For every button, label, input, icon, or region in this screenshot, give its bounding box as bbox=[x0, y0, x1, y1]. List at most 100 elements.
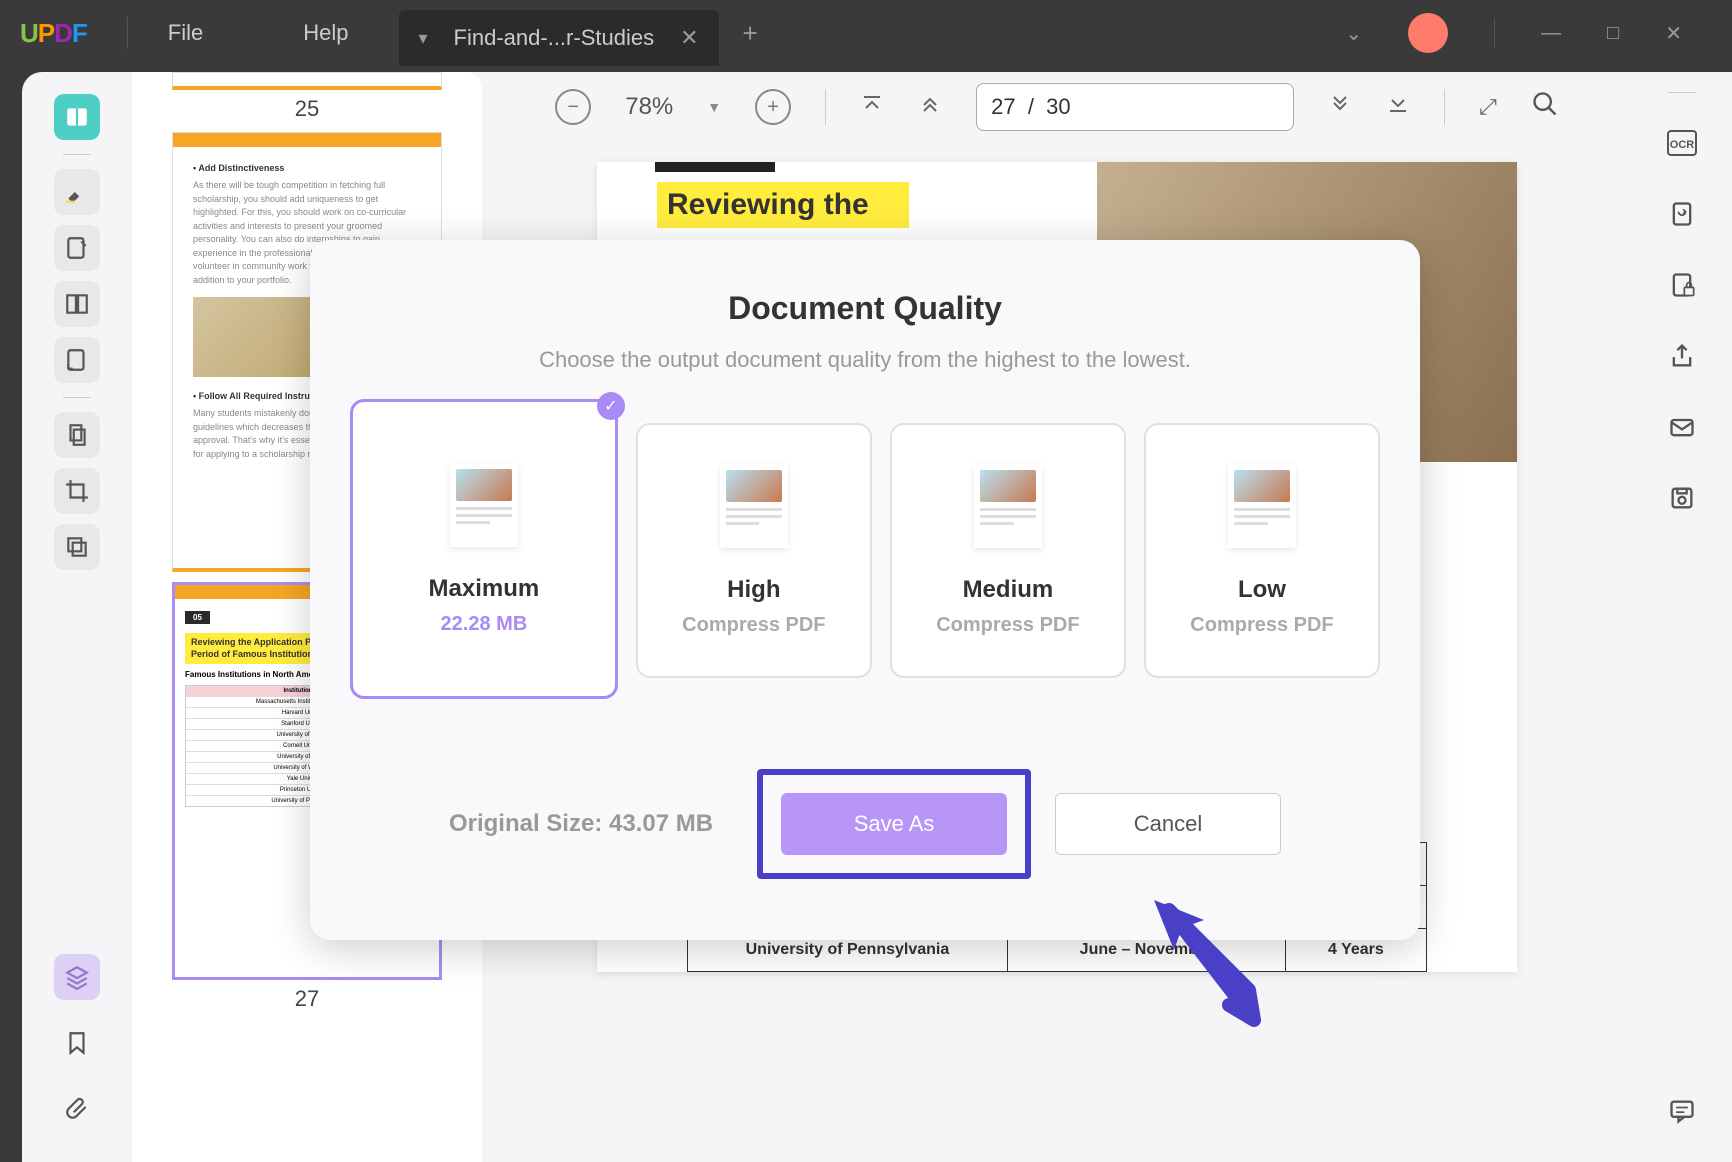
reader-mode-button[interactable] bbox=[54, 94, 100, 140]
comment-icon bbox=[1668, 1097, 1696, 1125]
layers-button[interactable] bbox=[54, 954, 100, 1000]
menu-file[interactable]: File bbox=[168, 20, 203, 46]
dialog-subtitle: Choose the output document quality from … bbox=[350, 347, 1380, 373]
quality-options: ✓ Maximum 22.28 MB High Compress PDF Med… bbox=[350, 423, 1380, 699]
quality-name: Maximum bbox=[429, 575, 540, 603]
next-page-button[interactable] bbox=[1328, 92, 1352, 122]
chevron-down-bar-icon bbox=[1386, 92, 1410, 116]
new-tab-button[interactable]: + bbox=[743, 18, 758, 49]
compare-tool-button[interactable] bbox=[54, 524, 100, 570]
ocr-icon: OCR bbox=[1666, 129, 1698, 157]
tabs-dropdown-icon[interactable]: ⌄ bbox=[1345, 21, 1362, 46]
share-button[interactable] bbox=[1668, 342, 1696, 377]
document-heading: Reviewing the bbox=[657, 182, 909, 228]
tab-close-icon[interactable]: ✕ bbox=[680, 25, 698, 51]
chevron-up-double-icon bbox=[918, 92, 942, 116]
quality-desc: Compress PDF bbox=[936, 614, 1079, 637]
crop-tool-button[interactable] bbox=[54, 468, 100, 514]
lock-page-icon bbox=[1668, 271, 1696, 299]
quality-name: High bbox=[727, 576, 780, 604]
thumbnail-number: 27 bbox=[172, 986, 442, 1012]
last-page-button[interactable] bbox=[1386, 92, 1410, 122]
page-number-input[interactable] bbox=[976, 83, 1294, 131]
pencil-note-icon bbox=[64, 235, 90, 261]
close-window-button[interactable]: ✕ bbox=[1665, 21, 1682, 46]
prev-page-button[interactable] bbox=[918, 92, 942, 122]
mail-icon bbox=[1668, 413, 1696, 441]
menu-help[interactable]: Help bbox=[303, 20, 348, 46]
left-toolbar bbox=[22, 72, 132, 1162]
user-avatar[interactable] bbox=[1408, 13, 1448, 53]
email-button[interactable] bbox=[1668, 413, 1696, 448]
right-toolbar: OCR bbox=[1632, 72, 1732, 1162]
chevron-down-double-icon bbox=[1328, 92, 1352, 116]
convert-icon bbox=[1668, 200, 1696, 228]
crop-icon bbox=[64, 478, 90, 504]
overlap-icon bbox=[64, 534, 90, 560]
original-size-label: Original Size: 43.07 MB bbox=[449, 810, 713, 838]
quality-option-maximum[interactable]: ✓ Maximum 22.28 MB bbox=[350, 399, 618, 699]
separator bbox=[127, 17, 128, 49]
search-button[interactable] bbox=[1531, 90, 1559, 124]
quality-size: 22.28 MB bbox=[441, 613, 528, 636]
chevron-up-bar-icon bbox=[860, 92, 884, 116]
separator bbox=[63, 154, 91, 155]
paperclip-icon bbox=[64, 1096, 90, 1122]
highlight-tool-button[interactable] bbox=[54, 169, 100, 215]
page-layout-button[interactable] bbox=[54, 281, 100, 327]
app-logo: UPDF bbox=[20, 18, 87, 49]
save-as-button[interactable]: Save As bbox=[781, 793, 1007, 855]
book-icon bbox=[64, 104, 90, 130]
protect-button[interactable] bbox=[1668, 271, 1696, 306]
quality-name: Low bbox=[1238, 576, 1286, 604]
documents-icon bbox=[64, 422, 90, 448]
minimize-button[interactable]: — bbox=[1541, 22, 1561, 45]
page-edit-icon bbox=[64, 347, 90, 373]
convert-button[interactable] bbox=[1668, 200, 1696, 235]
separator bbox=[1494, 19, 1495, 47]
save-icon bbox=[1668, 484, 1696, 512]
thumbnail-number: 25 bbox=[172, 96, 442, 122]
attachment-button[interactable] bbox=[54, 1086, 100, 1132]
quality-name: Medium bbox=[963, 576, 1054, 604]
tab-dropdown-icon[interactable]: ▾ bbox=[419, 28, 428, 49]
pages-icon bbox=[64, 291, 90, 317]
zoom-dropdown-icon[interactable]: ▼ bbox=[707, 99, 721, 115]
bookmark-button[interactable] bbox=[54, 1020, 100, 1066]
fit-width-button[interactable]: ⤢ bbox=[1479, 94, 1497, 120]
tab-title: Find-and-...r-Studies bbox=[454, 25, 655, 51]
zoom-value: 78% bbox=[625, 93, 673, 121]
layers-icon bbox=[64, 964, 90, 990]
zoom-out-button[interactable]: − bbox=[555, 89, 591, 125]
separator bbox=[825, 89, 826, 125]
separator bbox=[1444, 89, 1445, 125]
highlighter-icon bbox=[64, 179, 90, 205]
top-toolbar: − 78% ▼ + ⤢ bbox=[482, 72, 1632, 142]
zoom-in-button[interactable]: + bbox=[755, 89, 791, 125]
bookmark-icon bbox=[64, 1030, 90, 1056]
separator bbox=[63, 397, 91, 398]
save-button[interactable] bbox=[1668, 484, 1696, 519]
first-page-button[interactable] bbox=[860, 92, 884, 122]
comment-button[interactable] bbox=[1668, 1097, 1696, 1132]
share-icon bbox=[1668, 342, 1696, 370]
quality-desc: Compress PDF bbox=[1190, 614, 1333, 637]
edit-tool-button[interactable] bbox=[54, 337, 100, 383]
thumbnail-25[interactable]: 25 bbox=[172, 72, 442, 122]
quality-desc: Compress PDF bbox=[682, 614, 825, 637]
quality-option-medium[interactable]: Medium Compress PDF bbox=[890, 423, 1126, 678]
titlebar: UPDF File Help ▾ Find-and-...r-Studies ✕… bbox=[0, 0, 1732, 66]
save-highlight-annotation: Save As bbox=[757, 769, 1031, 879]
ocr-button[interactable]: OCR bbox=[1666, 129, 1698, 164]
cancel-button[interactable]: Cancel bbox=[1055, 793, 1281, 855]
separator bbox=[1668, 92, 1696, 93]
maximize-button[interactable]: □ bbox=[1607, 22, 1619, 45]
document-tab[interactable]: ▾ Find-and-...r-Studies ✕ bbox=[399, 10, 719, 66]
quality-option-low[interactable]: Low Compress PDF bbox=[1144, 423, 1380, 678]
annotate-tool-button[interactable] bbox=[54, 225, 100, 271]
copy-tool-button[interactable] bbox=[54, 412, 100, 458]
quality-option-high[interactable]: High Compress PDF bbox=[636, 423, 872, 678]
search-icon bbox=[1531, 90, 1559, 118]
document-quality-dialog: Document Quality Choose the output docum… bbox=[310, 240, 1420, 940]
check-icon: ✓ bbox=[597, 392, 625, 420]
